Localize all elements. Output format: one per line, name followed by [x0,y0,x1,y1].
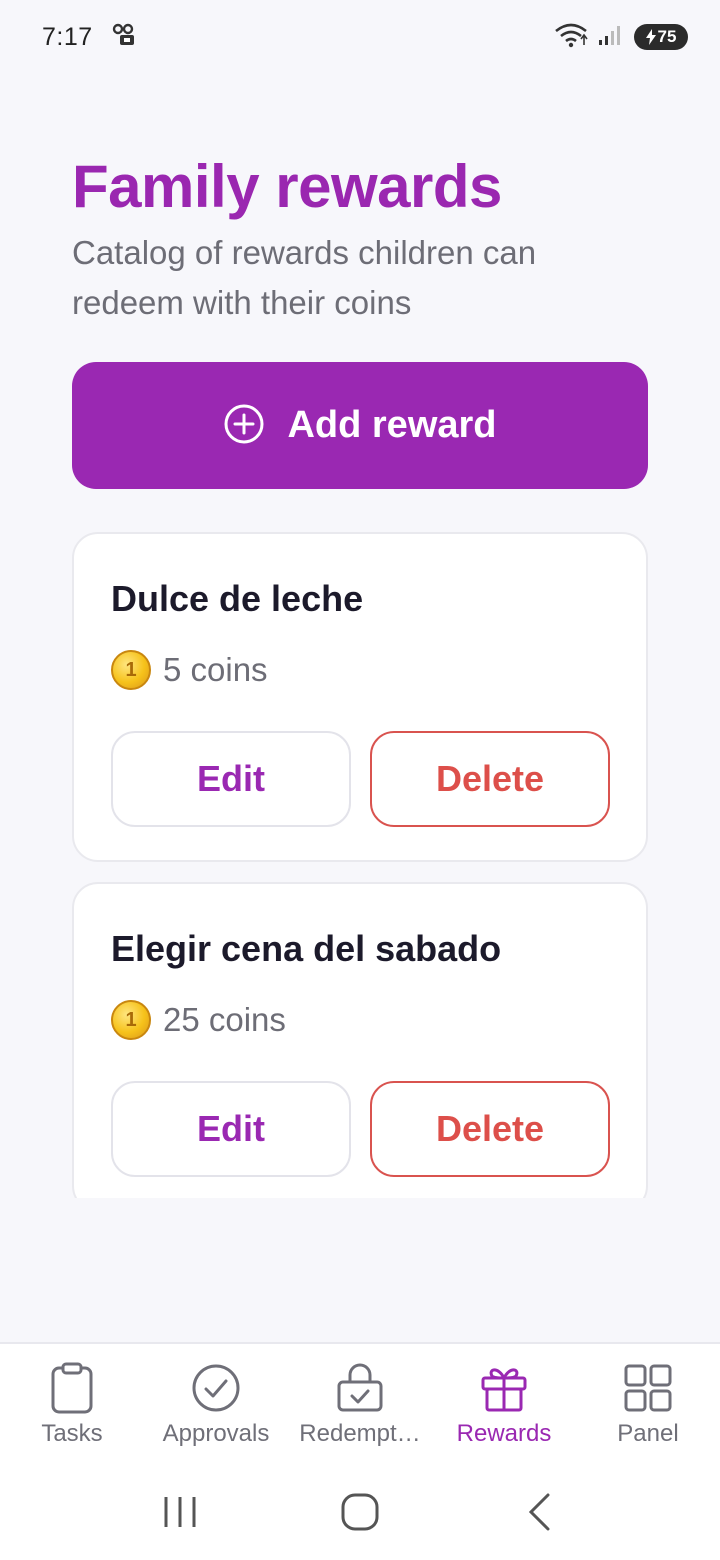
signal-icon [598,23,624,52]
recent-apps-icon[interactable] [150,1482,210,1542]
battery-level: 75 [657,27,677,46]
reward-card: Elegir cena del sabado 1 25 coins Edit D… [72,882,648,1198]
reward-name: Dulce de leche [111,578,364,619]
reward-cost-label: 25 coins [163,1001,286,1038]
add-reward-button[interactable]: Add reward [72,362,648,489]
nav-item-tasks[interactable]: Tasks [0,1344,144,1464]
reward-cost: 1 5 coins [111,650,268,690]
edit-button[interactable]: Edit [111,1081,351,1177]
nav-item-panel[interactable]: Panel [576,1344,720,1464]
bottom-nav: Tasks Approvals Redempt… Rewards Panel [0,1342,720,1464]
page-subtitle: Catalog of rewards children can redeem w… [72,234,537,321]
delete-button[interactable]: Delete [370,731,610,827]
check-circle-icon [190,1362,242,1414]
gift-icon [478,1362,530,1414]
grid-icon [622,1362,674,1414]
wifi-icon [554,22,588,53]
nav-label: Redempt… [299,1420,421,1447]
status-right: 75 [554,22,688,53]
system-nav-bar [0,1464,720,1560]
coin-icon: 1 [111,1000,151,1040]
add-reward-label: Add reward [287,404,497,446]
status-time: 7:17 [42,22,93,51]
status-bar: 7:17 75 [0,0,720,74]
page-title: Family rewards [72,153,502,220]
reward-name: Elegir cena del sabado [111,928,502,969]
delete-button[interactable]: Delete [370,1081,610,1177]
coin-icon: 1 [111,650,151,690]
reward-card: Dulce de leche 1 5 coins Edit Delete [72,532,648,862]
reward-cost-label: 5 coins [163,651,268,688]
voicemail-icon [111,23,137,52]
status-left: 7:17 [42,23,137,52]
reward-list[interactable]: Dulce de leche 1 5 coins Edit Delete Ele… [72,532,648,1198]
home-icon[interactable] [330,1482,390,1542]
edit-button[interactable]: Edit [111,731,351,827]
nav-label: Tasks [41,1420,103,1447]
nav-item-rewards[interactable]: Rewards [432,1344,576,1464]
lock-check-icon [334,1362,386,1414]
nav-item-redemptions[interactable]: Redempt… [288,1344,432,1464]
clipboard-icon [46,1362,98,1414]
battery-charging-icon: 75 [634,24,688,50]
nav-item-approvals[interactable]: Approvals [144,1344,288,1464]
plus-circle-icon [223,403,265,448]
card-actions: Edit Delete [111,731,610,827]
nav-label: Rewards [456,1420,552,1447]
nav-label: Approvals [162,1420,270,1447]
nav-label: Panel [617,1420,679,1447]
back-icon[interactable] [510,1482,570,1542]
card-actions: Edit Delete [111,1081,610,1177]
reward-cost: 1 25 coins [111,1000,286,1040]
